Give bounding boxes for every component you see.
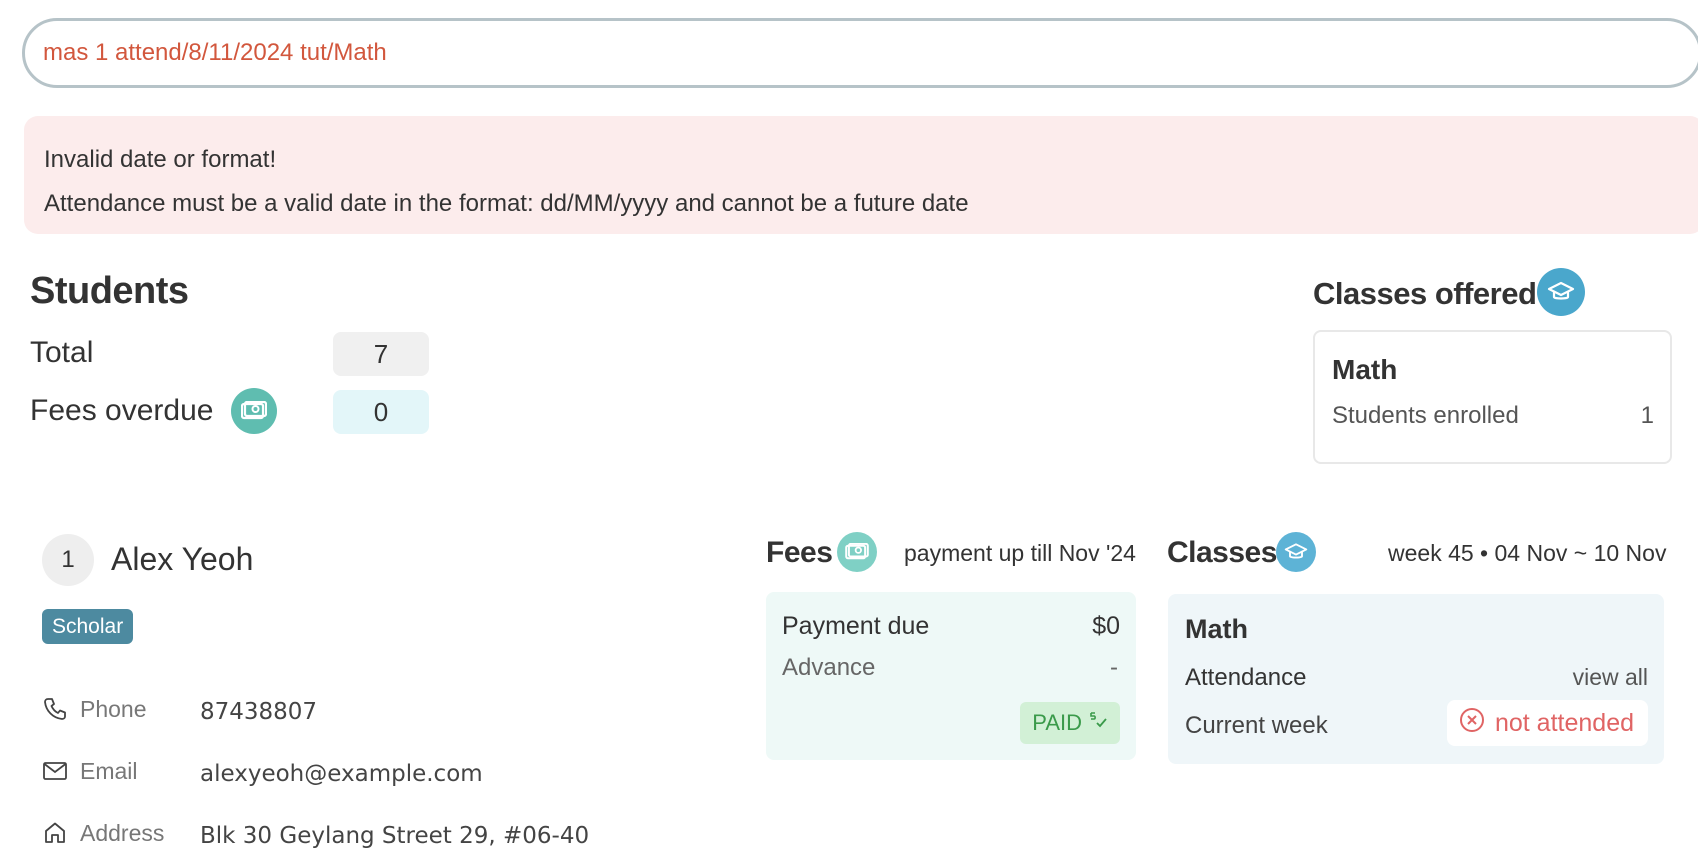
graduation-cap-icon: [1276, 532, 1316, 572]
command-box[interactable]: [22, 18, 1698, 88]
classes-offered-heading: Classes offered: [1313, 276, 1537, 311]
email-value: alexyeoh@example.com: [200, 761, 483, 787]
money-icon: [231, 388, 277, 434]
attendance-status-badge: not attended: [1446, 700, 1648, 746]
address-value: Blk 30 Geylang Street 29, #06-40: [200, 823, 590, 849]
class-name: Math: [1185, 614, 1248, 644]
graduation-cap-icon: [1537, 268, 1585, 316]
students-enrolled-count: 1: [1640, 402, 1654, 429]
students-heading: Students: [30, 270, 189, 312]
error-detail: Attendance must be a valid date in the f…: [44, 190, 969, 217]
paid-check-icon: [1088, 710, 1108, 736]
fees-subtitle: payment up till Nov '24: [904, 540, 1136, 566]
error-message-box: Invalid date or format! Attendance must …: [24, 116, 1698, 234]
address-label: Address: [80, 820, 165, 846]
fees-overdue-count: 0: [333, 390, 429, 434]
classes-week-subtitle: week 45 • 04 Nov ~ 10 Nov: [1388, 540, 1667, 566]
class-name: Math: [1332, 354, 1398, 385]
paid-status-badge: PAID: [1020, 702, 1120, 744]
class-card-math[interactable]: Math Students enrolled 1: [1313, 330, 1672, 464]
fees-overdue-label: Fees overdue: [30, 394, 214, 427]
x-circle-icon: [1459, 707, 1485, 740]
payment-due-label: Payment due: [782, 612, 930, 640]
fees-card: Payment due $0 Advance - PAID: [766, 592, 1136, 760]
advance-label: Advance: [782, 654, 876, 681]
view-all-link[interactable]: view all: [1573, 664, 1648, 691]
students-enrolled-label: Students enrolled: [1332, 402, 1519, 429]
current-week-label: Current week: [1185, 712, 1328, 739]
total-count: 7: [333, 332, 429, 376]
attendance-status-text: not attended: [1494, 708, 1634, 737]
classes-heading: Classes: [1167, 536, 1277, 569]
command-input[interactable]: [43, 39, 1698, 67]
error-title: Invalid date or format!: [44, 146, 277, 173]
classes-card: Math Attendance view all Current week no…: [1168, 594, 1664, 764]
payment-due-value: $0: [1092, 612, 1120, 640]
mail-icon: [42, 758, 68, 784]
phone-icon: [42, 696, 68, 722]
attendance-label: Attendance: [1185, 664, 1307, 691]
email-label: Email: [80, 758, 138, 784]
phone-label: Phone: [80, 696, 147, 722]
phone-value: 87438807: [200, 699, 318, 725]
home-icon: [42, 820, 68, 846]
student-index: 1: [42, 534, 94, 586]
student-tag: Scholar: [42, 609, 134, 644]
paid-status-text: PAID: [1032, 710, 1082, 735]
money-icon: [837, 532, 877, 572]
fees-heading: Fees: [766, 536, 833, 569]
total-label: Total: [30, 336, 94, 369]
student-name: Alex Yeoh: [111, 541, 254, 577]
advance-value: -: [1110, 654, 1118, 681]
